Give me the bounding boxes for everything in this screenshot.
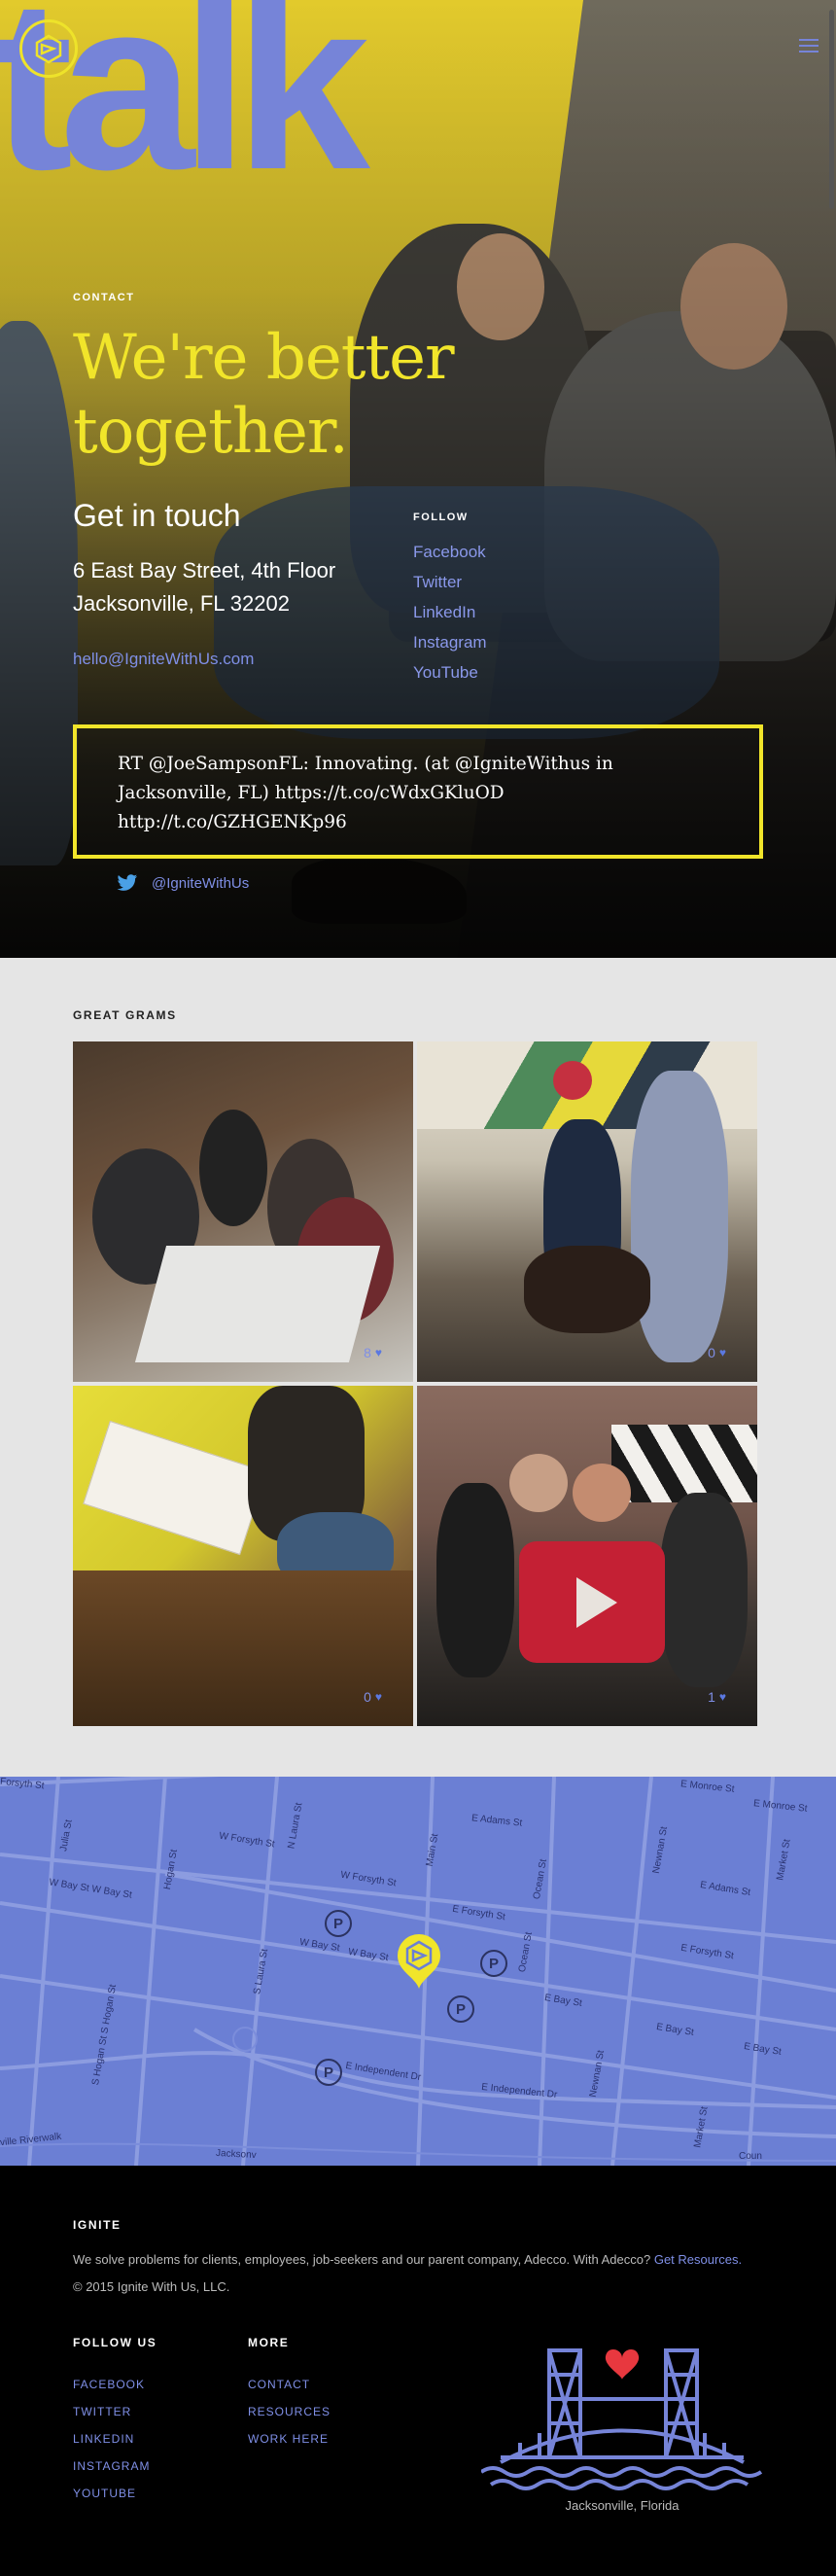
twitter-link[interactable]: Twitter (413, 567, 487, 597)
photo-person (199, 1110, 267, 1226)
email-link[interactable]: hello@IgniteWithUs.com (73, 650, 254, 669)
follow-links: FOLLOW Facebook Twitter LinkedIn Instagr… (413, 512, 487, 688)
bridge-caption: Jacksonville, Florida (565, 2498, 679, 2513)
photo-face (573, 1464, 631, 1522)
instagram-photo[interactable]: 0 ♥ (73, 1386, 413, 1726)
footer-youtube-link[interactable]: YOUTUBE (73, 2480, 157, 2507)
grams-title: GREAT GRAMS (73, 1008, 177, 1022)
photo-floor (73, 1570, 413, 1726)
tweet-box: RT @JoeSampsonFL: Innovating. (at @Ignit… (73, 724, 763, 859)
footer-contact-link[interactable]: CONTACT (248, 2371, 331, 2398)
photo-face (509, 1454, 568, 1512)
tweet-handle[interactable]: @IgniteWithUs (117, 873, 249, 893)
likes-count: 0 ♥ (364, 1689, 382, 1705)
photo-wall-art (611, 1425, 757, 1502)
follow-label: FOLLOW (413, 512, 469, 523)
footer-more-column: MORE CONTACT RESOURCES WORK HERE (248, 2336, 331, 2452)
likes-count: 1 ♥ (708, 1689, 726, 1705)
footer-more-title: MORE (248, 2336, 290, 2349)
linkedin-link[interactable]: LinkedIn (413, 597, 487, 627)
instagram-photo[interactable]: 1 ♥ (417, 1386, 757, 1726)
photo-magazine (83, 1420, 267, 1556)
tweet-handle-text: @IgniteWithUs (152, 874, 250, 892)
address: 6 East Bay Street, 4th Floor Jacksonvill… (73, 554, 335, 620)
address-line-2: Jacksonville, FL 32202 (73, 591, 290, 616)
photo-dog (524, 1246, 650, 1333)
great-grams-section: GREAT GRAMS 8 ♥ 0 ♥ 0 ♥ 1 ♥ (0, 958, 836, 1777)
twitter-bird-icon (117, 874, 138, 891)
parking-icon[interactable]: P (447, 1995, 474, 2023)
footer-work-here-link[interactable]: WORK HERE (248, 2425, 331, 2452)
photo-person (631, 1071, 728, 1362)
footer-linkedin-link[interactable]: LINKEDIN (73, 2425, 157, 2452)
heart-icon: ♥ (718, 1346, 726, 1359)
ignite-logo-icon (35, 34, 62, 64)
footer-instagram-link[interactable]: INSTAGRAM (73, 2452, 157, 2480)
footer: IGNITE We solve problems for clients, em… (0, 2166, 836, 2576)
heart-icon: ♥ (374, 1690, 382, 1704)
footer-facebook-link[interactable]: FACEBOOK (73, 2371, 157, 2398)
map-label: Jacksonv (215, 2147, 257, 2162)
scrollbar[interactable] (829, 10, 834, 209)
footer-resources-link[interactable]: RESOURCES (248, 2398, 331, 2425)
footer-copyright: © 2015 Ignite With Us, LLC. (73, 2279, 230, 2294)
photo-table (134, 1246, 381, 1362)
section-label: CONTACT (73, 292, 135, 303)
hero-section: talk CONTACT We're better together. Get … (0, 0, 836, 958)
likes-count: 8 ♥ (364, 1345, 382, 1360)
instagram-photo[interactable]: 0 ♥ (417, 1041, 757, 1382)
instagram-grid: 8 ♥ 0 ♥ 0 ♥ 1 ♥ (73, 1041, 757, 1726)
footer-company: IGNITE (73, 2218, 122, 2232)
map[interactable]: Forsyth St E Monroe St E Monroe St Julia… (0, 1777, 836, 2166)
bridge-heart-icon (481, 2348, 763, 2490)
photo-balloon (553, 1061, 592, 1100)
youtube-link[interactable]: YouTube (413, 657, 487, 688)
menu-icon[interactable] (799, 39, 819, 54)
map-label: Coun (739, 2151, 762, 2162)
get-in-touch-heading: Get in touch (73, 498, 241, 533)
youtube-play-icon (519, 1541, 665, 1663)
instagram-link[interactable]: Instagram (413, 627, 487, 657)
page-title: We're better together. (73, 322, 455, 468)
footer-twitter-link[interactable]: TWITTER (73, 2398, 157, 2425)
location-pin-icon[interactable] (394, 1932, 444, 1991)
photo-person (660, 1493, 748, 1687)
parking-icon[interactable]: P (480, 1950, 507, 1977)
instagram-photo[interactable]: 8 ♥ (73, 1041, 413, 1382)
heart-icon: ♥ (374, 1346, 382, 1359)
footer-description: We solve problems for clients, employees… (73, 2252, 743, 2267)
parking-icon[interactable]: P (325, 1910, 352, 1937)
likes-count: 0 ♥ (708, 1345, 726, 1360)
heart-icon: ♥ (718, 1690, 726, 1704)
photo-person (436, 1483, 514, 1677)
parking-icon[interactable]: P (315, 2059, 342, 2086)
address-line-1: 6 East Bay Street, 4th Floor (73, 558, 336, 582)
footer-follow-column: FOLLOW US FACEBOOK TWITTER LINKEDIN INST… (73, 2336, 157, 2507)
footer-follow-title: FOLLOW US (73, 2336, 157, 2349)
ignite-logo[interactable] (19, 19, 78, 78)
get-resources-link[interactable]: Get Resources. (654, 2252, 742, 2267)
facebook-link[interactable]: Facebook (413, 537, 487, 567)
